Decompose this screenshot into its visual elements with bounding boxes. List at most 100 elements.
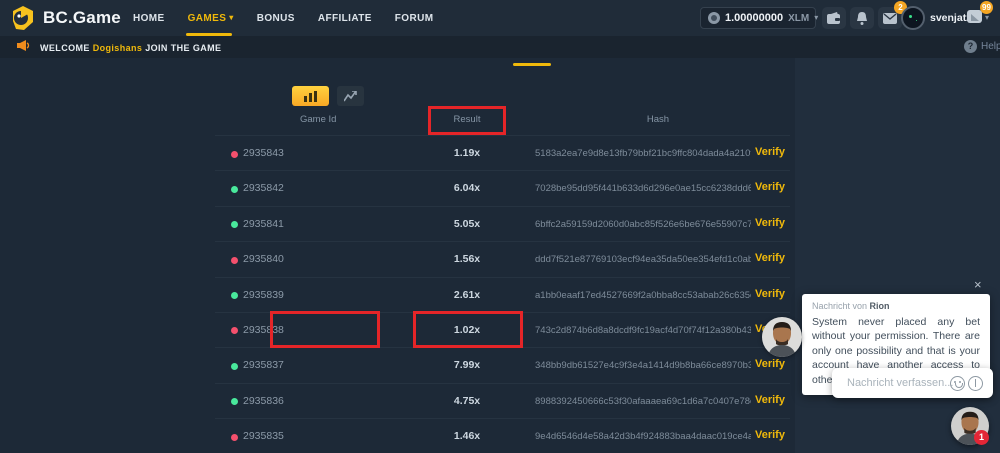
hash-value: a1bb0eaaf17ed4527669f2a0bba8cc53abab26c6…	[535, 290, 751, 301]
game-id: 2935841	[243, 218, 284, 230]
table-row: 2935837 7.99x 348bb9db61527e4c9f3e4a1414…	[215, 347, 790, 382]
status-dot	[231, 363, 238, 370]
help-link[interactable]: ? Help	[964, 40, 1000, 53]
top-navbar: BC.Game HOME GAMES▾ BONUS AFFILIATE FORU…	[0, 0, 1000, 36]
verify-link[interactable]: Verify	[755, 181, 785, 193]
welcome-message: WELCOME Dogishans JOIN THE GAME	[40, 43, 221, 53]
chat-badge: 99	[980, 1, 993, 14]
result-value: 7.99x	[412, 359, 522, 371]
wallet-button[interactable]	[822, 7, 846, 29]
coin-icon	[708, 12, 720, 24]
result-value: 1.19x	[412, 147, 522, 159]
chat-launcher-badge: 1	[974, 430, 989, 445]
status-dot	[231, 292, 238, 299]
result-value: 4.75x	[412, 395, 522, 407]
sender-avatar	[762, 317, 802, 357]
brand-logo[interactable]: BC.Game	[10, 5, 121, 31]
verify-link[interactable]: Verify	[755, 217, 785, 229]
game-id: 2935835	[243, 430, 284, 442]
game-id: 2935839	[243, 289, 284, 301]
nav-item-home[interactable]: HOME	[133, 0, 165, 36]
megaphone-icon	[16, 40, 31, 53]
balance-amount: 1.00000000	[725, 12, 783, 24]
verify-link[interactable]: Verify	[755, 394, 785, 406]
annotation-box-game-id	[270, 311, 380, 348]
messenger-icon	[967, 10, 984, 26]
chat-toggle-button[interactable]: 99	[963, 7, 987, 29]
bell-icon	[856, 12, 868, 25]
balance-selector[interactable]: 1.00000000 XLM ▾	[700, 7, 816, 29]
result-value: 2.61x	[412, 289, 522, 301]
active-tab-indicator	[513, 63, 551, 66]
hash-value: 9e4d6546d4e58a42d3b4f924883baa4daac019ce…	[535, 431, 751, 442]
verify-link[interactable]: Verify	[755, 288, 785, 300]
welcome-bar: WELCOME Dogishans JOIN THE GAME ? Help	[0, 36, 1000, 58]
verify-link[interactable]: Verify	[755, 429, 785, 441]
chat-message-input[interactable]: Nachricht verfassen...	[832, 368, 993, 398]
hash-value: 8988392450666c53f30afaaaea69c1d6a7c0407e…	[535, 396, 751, 407]
main-nav: HOME GAMES▾ BONUS AFFILIATE FORUM	[133, 0, 433, 36]
close-icon[interactable]: ×	[974, 277, 982, 292]
verify-link[interactable]: Verify	[755, 146, 785, 158]
table-row: 2935840 1.56x ddd7f521e87769103ecf94ea35…	[215, 241, 790, 276]
balance-currency: XLM	[788, 13, 809, 24]
table-row: 2935843 1.19x 5183a2ea7e9d8e13fb79bbf21b…	[215, 135, 790, 170]
tab-trends[interactable]	[337, 86, 364, 106]
tab-my-bets-chart[interactable]	[292, 86, 329, 106]
table-row: 2935836 4.75x 8988392450666c53f30afaaaea…	[215, 383, 790, 418]
mail-button[interactable]: 2	[878, 7, 902, 29]
game-id: 2935837	[243, 359, 284, 371]
table-row: 2935841 5.05x 6bffc2a59159d2060d0abc85f5…	[215, 206, 790, 241]
brand-name: BC.Game	[43, 8, 121, 28]
nav-item-games[interactable]: GAMES▾	[188, 0, 234, 36]
hash-value: 5183a2ea7e9d8e13fb79bbf21bc9ffc804dada4a…	[535, 148, 751, 159]
hash-value: ddd7f521e87769103ecf94ea35da50ee354efd1c…	[535, 254, 751, 265]
question-icon: ?	[964, 40, 977, 53]
status-dot	[231, 398, 238, 405]
game-id: 2935840	[243, 253, 284, 265]
smiley-icon[interactable]	[950, 376, 965, 391]
wallet-icon	[827, 12, 841, 24]
chevron-down-icon: ▾	[814, 14, 818, 22]
table-row: 2935842 6.04x 7028be95dd95f441b633d6d296…	[215, 170, 790, 205]
status-dot	[231, 221, 238, 228]
bar-chart-icon	[304, 91, 318, 102]
result-value: 5.05x	[412, 218, 522, 230]
mail-icon	[883, 13, 897, 24]
notifications-button[interactable]	[850, 7, 874, 29]
hash-value: 348bb9db61527e4c9f3e4a1414d9b8ba66ce8970…	[535, 360, 751, 371]
history-view-tabs	[292, 86, 364, 106]
status-dot	[231, 327, 238, 334]
chat-input-placeholder: Nachricht verfassen...	[847, 368, 953, 398]
bc-game-app: BC.Game HOME GAMES▾ BONUS AFFILIATE FORU…	[0, 0, 1000, 453]
nav-item-forum[interactable]: FORUM	[395, 0, 434, 36]
chat-message-title: Nachricht von Rion	[812, 301, 980, 311]
hash-value: 743c2d874b6d8a8dcdf9fc19acf4d70f74f12a38…	[535, 325, 751, 336]
column-header-hash: Hash	[608, 114, 708, 125]
nav-item-bonus[interactable]: BONUS	[257, 0, 295, 36]
result-value: 6.04x	[412, 182, 522, 194]
user-avatar[interactable]	[901, 6, 925, 30]
status-dot	[231, 186, 238, 193]
trend-chart-icon	[344, 91, 357, 102]
game-id: 2935842	[243, 182, 284, 194]
status-dot	[231, 257, 238, 264]
hash-value: 7028be95dd95f441b633d6d296e0ae15cc6238dd…	[535, 183, 751, 194]
verify-link[interactable]: Verify	[755, 358, 785, 370]
nav-item-affiliate[interactable]: AFFILIATE	[318, 0, 372, 36]
result-value: 1.46x	[412, 430, 522, 442]
info-icon[interactable]	[968, 376, 983, 391]
chat-sender-name: Rion	[870, 301, 890, 311]
bc-game-mascot-icon	[10, 5, 36, 31]
column-header-game-id: Game Id	[300, 114, 336, 125]
welcome-username: Dogishans	[93, 43, 143, 53]
hash-value: 6bffc2a59159d2060d0abc85f526e6be676e5590…	[535, 219, 751, 230]
verify-link[interactable]: Verify	[755, 252, 785, 264]
annotation-box-result-value	[413, 311, 523, 348]
table-row: 2935839 2.61x a1bb0eaaf17ed4527669f2a0bb…	[215, 277, 790, 312]
game-table-body: 2935843 1.19x 5183a2ea7e9d8e13fb79bbf21b…	[215, 135, 790, 453]
game-id: 2935843	[243, 147, 284, 159]
table-row: 2935835 1.46x 9e4d6546d4e58a42d3b4f92488…	[215, 418, 790, 453]
chevron-down-icon: ▾	[229, 14, 233, 22]
status-dot	[231, 151, 238, 158]
